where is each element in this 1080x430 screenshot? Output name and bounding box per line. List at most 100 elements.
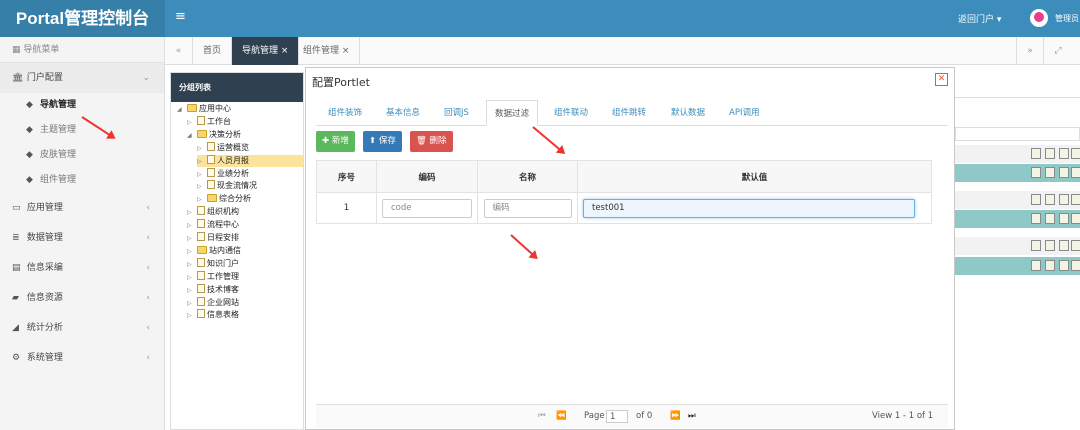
user-name[interactable]: 管理员	[1055, 13, 1079, 24]
tree-node[interactable]: ▷ 组织机构	[187, 206, 239, 218]
add-button[interactable]: ✚ 新增	[316, 131, 355, 152]
collapse-icon[interactable]: ▷	[187, 285, 197, 297]
collapse-icon[interactable]: ▷	[187, 310, 197, 322]
next-page-icon[interactable]: ⏩	[670, 411, 681, 421]
tab-nav-manage[interactable]: 导航管理 ×	[232, 37, 300, 65]
doc-icon	[1071, 167, 1080, 178]
collapse-icon[interactable]: ▷	[197, 169, 207, 181]
tab-component-decor[interactable]: 组件装饰	[328, 100, 362, 126]
filter-table: 序号 编码 名称 默认值 1 code 编码 test001	[316, 160, 932, 224]
close-icon[interactable]: ✕	[935, 73, 948, 86]
collapse-icon[interactable]: ▷	[187, 207, 197, 219]
tab-component-link[interactable]: 组件联动	[554, 100, 588, 126]
sidebar-subitem-component[interactable]: ◆ 组件管理	[0, 168, 164, 193]
tree-node[interactable]: ▷ 技术博客	[187, 283, 239, 297]
tree-node[interactable]: ▷ 运营概览	[197, 141, 249, 155]
sidebar-subitem-theme[interactable]: ◆ 主题管理	[0, 118, 164, 143]
table-header-row: 序号 编码 名称 默认值	[316, 160, 932, 193]
collapse-icon[interactable]: ▷	[187, 298, 197, 310]
sidebar-item-portal-config[interactable]: 🏛 门户配置 ⌄	[0, 63, 164, 93]
tree-node-label: 企业网站	[207, 297, 239, 307]
tree-node[interactable]: ▷ 日程安排	[187, 232, 239, 244]
tab-component-manage[interactable]: 组件管理 ×	[293, 37, 361, 65]
name-input[interactable]: 编码	[483, 198, 572, 218]
tree-node[interactable]: ▷ 综合分析	[197, 193, 251, 205]
menu-toggle-icon[interactable]: ≡	[175, 9, 186, 24]
dialog-tabs: 组件装饰 基本信息 回调JS 数据过滤 组件联动 组件跳转 默认数据 API调用	[316, 100, 948, 126]
tree-node[interactable]: ▷ 工作管理	[187, 270, 239, 284]
file-icon	[197, 219, 205, 229]
tab-default-data[interactable]: 默认数据	[671, 100, 705, 126]
sidebar-item-info-resource[interactable]: ▰ 信息资源 ‹	[0, 283, 164, 313]
file-icon	[207, 180, 215, 190]
collapse-icon[interactable]: ▷	[187, 233, 197, 245]
collapse-icon[interactable]: ▷	[197, 143, 207, 155]
default-cell: test001	[577, 192, 932, 224]
collapse-icon[interactable]: ▷	[187, 117, 197, 129]
collapse-icon[interactable]: ▷	[187, 220, 197, 232]
tree-node[interactable]: ▷ 现金流情况	[197, 180, 257, 192]
sidebar-item-data[interactable]: ≣ 数据管理 ‹	[0, 223, 164, 253]
page-total: of 0	[636, 411, 653, 421]
back-to-portal-link[interactable]: 返回门户 ▾	[958, 12, 1001, 25]
sidebar-subitem-nav[interactable]: ◆ 导航管理	[0, 93, 164, 118]
page-label: Page	[584, 411, 605, 421]
tree-node[interactable]: ▷ 信息表格	[187, 309, 239, 321]
file-icon	[197, 115, 205, 125]
tag-icon: ◆	[26, 150, 33, 160]
tab-api-call[interactable]: API调用	[729, 100, 759, 126]
file-icon	[197, 257, 205, 267]
delete-button[interactable]: 🗑 删除	[410, 131, 453, 152]
add-icon	[1059, 240, 1069, 251]
first-page-icon[interactable]: ⏮	[538, 411, 546, 421]
collapse-icon[interactable]: ▷	[197, 156, 207, 168]
doc-icon	[1071, 194, 1080, 205]
code-input[interactable]: code	[382, 198, 472, 218]
collapse-icon[interactable]: ▷	[197, 194, 207, 206]
row-index: 1	[316, 192, 377, 224]
prev-page-icon[interactable]: ⏪	[556, 411, 567, 421]
tab-data-filter[interactable]: 数据过滤	[486, 100, 539, 126]
tag-icon: ◆	[26, 100, 33, 110]
expand-icon[interactable]: ◢	[177, 104, 187, 116]
collapse-icon[interactable]: ▷	[187, 246, 197, 258]
sidebar-item-app[interactable]: ▭ 应用管理 ‹	[0, 193, 164, 223]
sidebar-item-stats[interactable]: ◢ 统计分析 ‹	[0, 313, 164, 343]
tab-home[interactable]: 首页	[193, 37, 233, 65]
tab-component-jump[interactable]: 组件跳转	[612, 100, 646, 126]
last-page-icon[interactable]: ⏭	[688, 411, 696, 421]
tree-node-label: 工作管理	[207, 271, 239, 281]
sidebar-item-system[interactable]: ⚙ 系统管理 ‹	[0, 343, 164, 373]
collapse-icon[interactable]: ▷	[187, 272, 197, 284]
tree-node[interactable]: ▷ 工作台	[187, 115, 231, 129]
expand-icon[interactable]: ◢	[187, 130, 197, 142]
tree-node[interactable]: ▷ 流程中心	[187, 219, 239, 231]
tree-node[interactable]: ▷ 业绩分析	[197, 167, 249, 181]
default-value-input[interactable]: test001	[583, 198, 915, 218]
tree-node[interactable]: ▷ 知识门户	[187, 257, 239, 271]
tree-node[interactable]: ▷ 站内通信	[187, 245, 241, 257]
tab-basic-info[interactable]: 基本信息	[386, 100, 420, 126]
sidebar-item-info-edit[interactable]: ▤ 信息采编 ‹	[0, 253, 164, 283]
tab-prev-icon[interactable]: «	[165, 37, 193, 65]
tree-node[interactable]: ▷ 企业网站	[187, 296, 239, 310]
fullscreen-icon[interactable]: ⤢	[1044, 37, 1072, 65]
avatar[interactable]	[1030, 9, 1048, 27]
card-icon: ▤	[12, 263, 21, 273]
tree-node[interactable]: ◢ 应用中心	[177, 103, 231, 115]
copy-icon	[1031, 213, 1041, 224]
tree-node[interactable]: ◢ 决策分析	[187, 129, 241, 141]
collapse-icon[interactable]: ▷	[187, 259, 197, 271]
tool-icon	[1045, 240, 1055, 251]
tab-next-icon[interactable]: »	[1016, 37, 1044, 65]
tree-node[interactable]: ▷ 人员月报	[197, 154, 303, 168]
page-input[interactable]: 1	[606, 410, 628, 423]
folder-icon	[197, 245, 207, 254]
collapse-icon[interactable]: ▷	[197, 181, 207, 193]
tab-callback-js[interactable]: 回调JS	[444, 100, 469, 126]
doc-icon	[1071, 240, 1080, 251]
save-button[interactable]: ⬆ 保存	[363, 131, 402, 152]
chevron-down-icon: ⌄	[142, 73, 150, 83]
file-icon	[197, 270, 205, 280]
sidebar-subitem-skin[interactable]: ◆ 皮肤管理	[0, 143, 164, 168]
